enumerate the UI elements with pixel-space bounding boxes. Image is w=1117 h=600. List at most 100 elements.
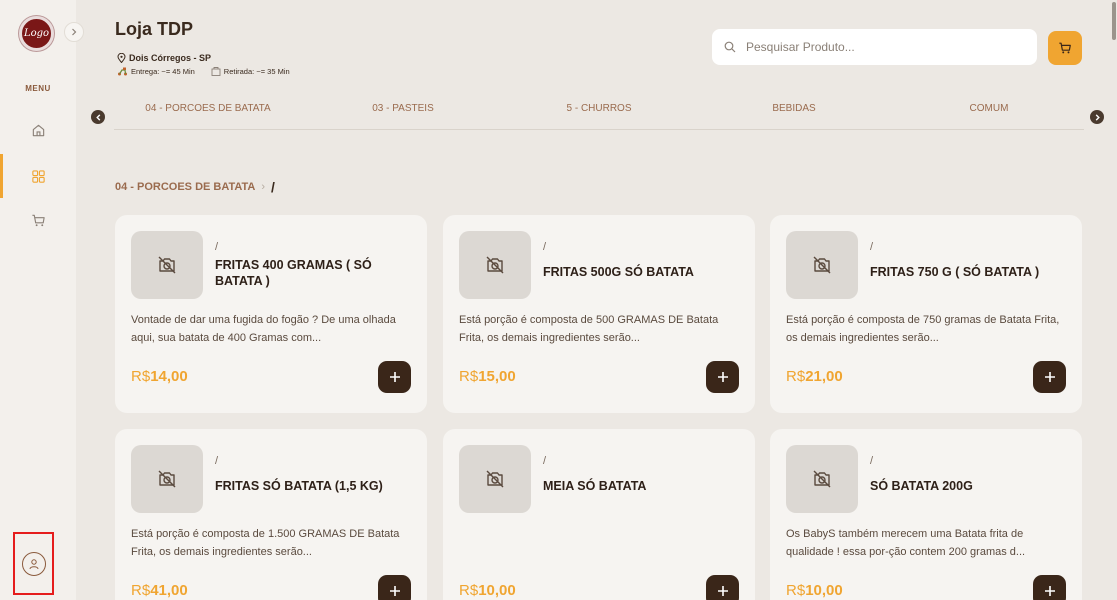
no-image-icon <box>813 256 831 274</box>
product-card[interactable]: / FRITAS 500G SÓ BATATA Está porção é comp… <box>443 215 755 413</box>
profile-button-highlight[interactable] <box>13 532 54 595</box>
product-card[interactable]: / FRITAS 750 G ( SÓ BATATA ) Está porção é… <box>770 215 1082 413</box>
product-price: R$21,00 <box>786 368 843 385</box>
tab-category-5[interactable]: COMUM <box>970 103 1009 114</box>
add-to-cart-button[interactable] <box>378 575 411 600</box>
product-description <box>459 525 741 561</box>
product-prefix: / <box>215 455 219 467</box>
product-image-placeholder <box>459 445 531 513</box>
product-description: Vontade de dar uma fugida do fogão ? De … <box>131 314 396 344</box>
sidebar-item-catalog[interactable] <box>0 154 76 198</box>
store-logo[interactable]: Logo <box>19 16 54 51</box>
product-price: R$14,00 <box>131 368 188 385</box>
price-currency: R$ <box>131 368 151 385</box>
product-prefix: / <box>870 455 874 467</box>
menu-label: MENU <box>25 84 51 93</box>
no-image-icon <box>486 256 504 274</box>
store-name: Loja TDP <box>115 19 194 39</box>
page-scrollbar[interactable] <box>1111 0 1117 600</box>
product-prefix: / <box>215 241 219 253</box>
category-scroll-right-button[interactable] <box>1090 110 1104 124</box>
search-icon <box>724 41 736 53</box>
product-price: R$10,00 <box>459 582 516 599</box>
tab-category-2[interactable]: 03 - PASTEIS <box>372 103 434 114</box>
pickup-time: Retirada: ~= 35 Min <box>223 66 290 76</box>
cart-button[interactable] <box>1048 31 1082 65</box>
plus-icon <box>389 586 400 596</box>
location-pin-icon <box>117 53 126 63</box>
chevron-left-icon <box>95 113 100 121</box>
profile-button[interactable] <box>21 551 46 576</box>
product-name: FRITAS 750 G ( SÓ BATATA ) <box>870 265 1040 279</box>
product-description: Está porção é composta de 500 GRAMAS DE … <box>459 314 719 344</box>
product-card[interactable]: / SÓ BATATA 200G Os BabyS também merecem u… <box>770 429 1082 600</box>
scrollbar-thumb[interactable] <box>1112 2 1116 40</box>
product-price: R$41,00 <box>131 582 188 599</box>
tab-category-3[interactable]: 5 - CHURROS <box>566 103 631 114</box>
store-location: Dois Córregos - SP <box>117 53 211 63</box>
price-value: 41,00 <box>150 582 188 599</box>
home-icon <box>32 124 44 136</box>
product-card[interactable]: / FRITAS SÓ BATATA (1,5 KG) Está porção é … <box>115 429 427 600</box>
breadcrumb-current: / <box>271 179 275 195</box>
plus-icon <box>717 372 728 382</box>
product-price: R$15,00 <box>459 368 516 385</box>
add-to-cart-button[interactable] <box>706 361 739 393</box>
price-value: 21,00 <box>805 368 843 385</box>
tab-category-1[interactable]: 04 - PORCOES DE BATATA <box>145 103 270 114</box>
store-location-text: Dois Córregos - SP <box>129 53 212 63</box>
product-name: FRITAS 400 GRAMAS ( SÓ BATATA ) <box>215 258 372 288</box>
price-value: 14,00 <box>150 368 188 385</box>
plus-icon <box>1044 372 1055 382</box>
delivery-icon <box>118 67 127 75</box>
price-value: 10,00 <box>478 582 516 599</box>
search-bar[interactable] <box>712 29 1037 65</box>
category-scroll-left-button[interactable] <box>91 110 105 124</box>
product-image-placeholder <box>786 445 858 513</box>
product-description: Está porção é composta de 1.500 GRAMAS D… <box>131 528 400 558</box>
breadcrumb-category[interactable]: 04 - PORCOES DE BATATA <box>115 181 255 193</box>
category-tabs: 04 - PORCOES DE BATATA 03 - PASTEIS 5 - … <box>114 94 1084 130</box>
chevron-right-icon: › <box>261 181 266 193</box>
product-image-placeholder <box>786 231 858 299</box>
tab-category-4[interactable]: BEBIDAS <box>772 103 815 114</box>
grid-icon <box>31 169 45 183</box>
product-prefix: / <box>870 241 874 253</box>
product-image-placeholder <box>459 231 531 299</box>
no-image-icon <box>486 470 504 488</box>
price-currency: R$ <box>459 368 479 385</box>
add-to-cart-button[interactable] <box>1033 361 1066 393</box>
price-currency: R$ <box>131 582 151 599</box>
no-image-icon <box>158 470 176 488</box>
sidebar-expand-button[interactable] <box>64 22 84 42</box>
product-description: Os BabyS também merecem uma Batata frita… <box>786 528 1026 558</box>
price-currency: R$ <box>459 582 479 599</box>
add-to-cart-button[interactable] <box>378 361 411 393</box>
add-to-cart-button[interactable] <box>706 575 739 600</box>
price-value: 15,00 <box>478 368 516 385</box>
price-currency: R$ <box>786 582 806 599</box>
delivery-time: Entrega: ~= 45 Min <box>131 66 195 76</box>
no-image-icon <box>813 470 831 488</box>
user-icon <box>29 558 38 569</box>
add-to-cart-button[interactable] <box>1033 575 1066 600</box>
product-price: R$10,00 <box>786 582 843 599</box>
pickup-bag-icon <box>211 67 221 76</box>
breadcrumb: 04 - PORCOES DE BATATA › / <box>115 179 275 195</box>
product-name: SÓ BATATA 200G <box>870 479 973 493</box>
product-image-placeholder <box>131 231 203 299</box>
cart-icon <box>1059 42 1071 54</box>
product-description: Está porção é composta de 750 gramas de … <box>786 314 1060 344</box>
price-currency: R$ <box>786 368 806 385</box>
sidebar-item-home[interactable] <box>0 108 76 152</box>
sidebar: Logo MENU <box>0 0 84 600</box>
price-value: 10,00 <box>805 582 843 599</box>
search-input[interactable] <box>746 40 1016 54</box>
plus-icon <box>389 372 400 382</box>
plus-icon <box>1044 586 1055 596</box>
product-card[interactable]: / FRITAS 400 GRAMAS ( SÓ BATATA ) Vontade … <box>115 215 427 413</box>
sidebar-item-cart[interactable] <box>0 198 76 242</box>
chevron-right-icon <box>1095 113 1100 121</box>
product-card[interactable]: / MEIA SÓ BATATA R$10,00 <box>443 429 755 600</box>
cart-icon <box>31 214 45 226</box>
